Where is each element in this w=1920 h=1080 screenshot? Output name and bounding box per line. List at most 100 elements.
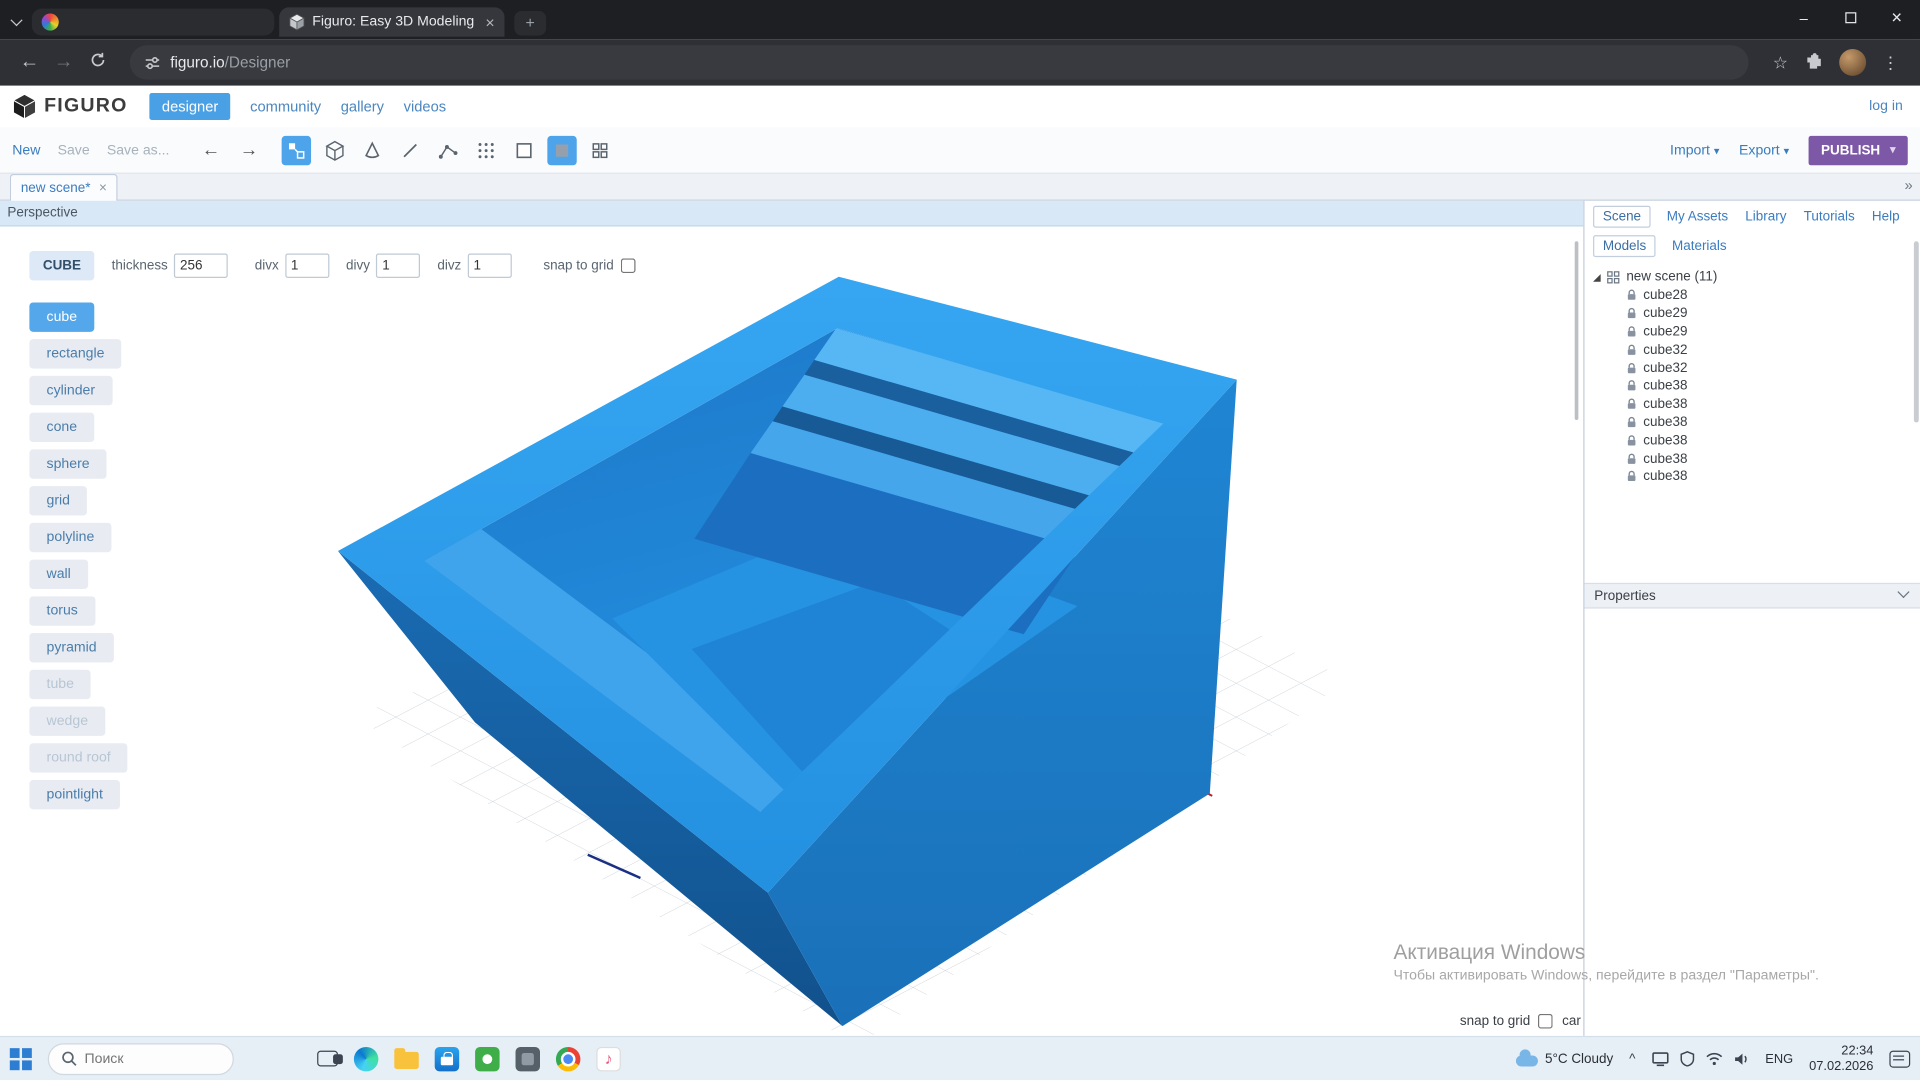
start-button[interactable] (10, 1048, 32, 1070)
tree-item[interactable]: cube38 (1593, 431, 1920, 449)
subtab-models[interactable]: Models (1593, 235, 1656, 257)
tree-item[interactable]: cube29 (1593, 305, 1920, 323)
shape-button-polyline[interactable]: polyline (29, 523, 111, 552)
shape-button-wedge[interactable]: wedge (29, 707, 105, 736)
tree-item[interactable]: cube32 (1593, 359, 1920, 377)
textured-view-button[interactable] (586, 135, 615, 164)
new-tab-button[interactable]: + (514, 11, 546, 35)
publish-button[interactable]: PUBLISH▾ (1809, 135, 1908, 164)
store-button[interactable] (435, 1046, 459, 1070)
search-input[interactable] (84, 1051, 206, 1066)
tab-overflow-button[interactable]: » (1904, 176, 1912, 193)
nav-community[interactable]: community (250, 98, 321, 115)
figuro-brand[interactable]: FIGURO (12, 93, 127, 120)
tab-help[interactable]: Help (1871, 206, 1901, 228)
snap-points-tool-button[interactable] (472, 135, 501, 164)
tree-item[interactable]: cube32 (1593, 341, 1920, 359)
new-button[interactable]: New (12, 143, 40, 158)
tree-item[interactable]: cube38 (1593, 395, 1920, 413)
lock-icon[interactable] (1626, 416, 1637, 428)
forward-button[interactable]: → (47, 51, 81, 73)
snap-to-grid-checkbox[interactable] (621, 258, 636, 273)
tray-expand-button[interactable]: ^ (1629, 1051, 1635, 1066)
reload-button[interactable] (81, 51, 115, 74)
volume-icon[interactable] (1733, 1051, 1749, 1066)
expand-triangle-icon[interactable]: ◢ (1593, 271, 1601, 282)
properties-header[interactable]: Properties (1584, 583, 1920, 609)
browser-tab-1[interactable] (32, 9, 274, 36)
shape-button-tube[interactable]: tube (29, 670, 91, 699)
subtab-materials[interactable]: Materials (1671, 235, 1728, 257)
task-view-button[interactable] (317, 1051, 338, 1067)
lock-icon[interactable] (1626, 326, 1637, 338)
transform-tool-button[interactable] (282, 135, 311, 164)
tree-item[interactable]: cube38 (1593, 377, 1920, 395)
tab-close-icon[interactable]: × (485, 13, 494, 31)
scene-tab[interactable]: new scene* × (10, 174, 118, 201)
nav-designer[interactable]: designer (150, 93, 231, 120)
lock-icon[interactable] (1626, 453, 1637, 465)
close-button[interactable]: × (1873, 0, 1920, 39)
language-indicator[interactable]: ENG (1765, 1051, 1793, 1066)
music-app-button[interactable]: ♪ (596, 1046, 620, 1070)
extensions-icon[interactable] (1798, 52, 1832, 73)
lock-icon[interactable] (1626, 362, 1637, 374)
lock-icon[interactable] (1626, 434, 1637, 446)
shape-button-pointlight[interactable]: pointlight (29, 780, 120, 809)
site-info-icon[interactable] (144, 54, 160, 70)
wifi-icon[interactable] (1705, 1052, 1722, 1065)
tree-scrollbar[interactable] (1914, 241, 1919, 422)
redo-button[interactable]: → (234, 135, 263, 164)
collapse-chevron-icon[interactable] (1897, 586, 1909, 598)
back-button[interactable]: ← (12, 51, 46, 73)
shape-button-sphere[interactable]: sphere (29, 449, 106, 478)
browser-tab-figuro[interactable]: Figuro: Easy 3D Modeling Onli × (279, 7, 504, 36)
tree-root[interactable]: ◢ new scene (11) (1593, 267, 1920, 287)
export-button[interactable]: Export ▾ (1739, 143, 1789, 158)
polyline-tool-button[interactable] (434, 135, 463, 164)
shape-button-cube[interactable]: cube (29, 302, 94, 331)
taskbar-search[interactable] (48, 1043, 234, 1075)
lock-icon[interactable] (1626, 380, 1637, 392)
import-button[interactable]: Import ▾ (1670, 143, 1719, 158)
scene-3d[interactable] (0, 227, 1583, 1036)
shape-button-cylinder[interactable]: cylinder (29, 376, 112, 405)
lock-icon[interactable] (1626, 398, 1637, 410)
divy-input[interactable] (376, 253, 420, 277)
nav-gallery[interactable]: gallery (341, 98, 384, 115)
maximize-button[interactable] (1827, 0, 1874, 39)
camera-mode-label[interactable]: Perspective (0, 201, 1583, 227)
dark-app-button[interactable] (516, 1046, 540, 1070)
line-tool-button[interactable] (396, 135, 425, 164)
tree-item[interactable]: cube38 (1593, 413, 1920, 431)
widgets-thumbnail-button[interactable] (250, 1042, 301, 1075)
wireframe-view-button[interactable] (510, 135, 539, 164)
lock-icon[interactable] (1626, 289, 1637, 301)
cube-tool-button[interactable] (320, 135, 349, 164)
shape-button-round-roof[interactable]: round roof (29, 743, 127, 772)
lock-icon[interactable] (1626, 308, 1637, 320)
shield-icon[interactable] (1680, 1051, 1695, 1067)
tree-item[interactable]: cube28 (1593, 287, 1920, 305)
url-bar[interactable]: figuro.io/Designer (130, 45, 1749, 79)
shape-button-torus[interactable]: torus (29, 596, 95, 625)
taskbar-clock[interactable]: 22:34 07.02.2026 (1809, 1043, 1873, 1075)
weather-widget[interactable]: 5°C Cloudy (1516, 1051, 1614, 1067)
notification-center-button[interactable] (1889, 1050, 1910, 1067)
login-link[interactable]: log in (1869, 99, 1908, 114)
cone-tool-button[interactable] (358, 135, 387, 164)
shape-button-rectangle[interactable]: rectangle (29, 339, 121, 368)
profile-avatar[interactable] (1839, 49, 1866, 76)
shape-button-grid[interactable]: grid (29, 486, 87, 515)
tab-search-button[interactable] (0, 9, 32, 31)
shape-button-cone[interactable]: cone (29, 413, 94, 442)
scene-tab-close-icon[interactable]: × (99, 181, 107, 196)
panel-scrollbar[interactable] (1575, 241, 1579, 420)
minimize-button[interactable]: – (1780, 0, 1827, 39)
lock-icon[interactable] (1626, 471, 1637, 483)
lock-icon[interactable] (1626, 344, 1637, 356)
tree-item[interactable]: cube38 (1593, 468, 1920, 486)
browser-menu-icon[interactable]: ⋮ (1873, 52, 1907, 73)
shape-button-wall[interactable]: wall (29, 560, 88, 589)
monitor-icon[interactable] (1651, 1051, 1668, 1066)
